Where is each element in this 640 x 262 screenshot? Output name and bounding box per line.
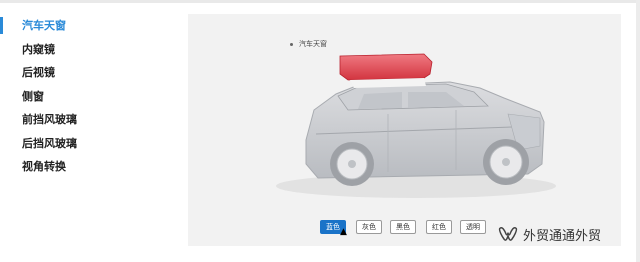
color-transparent-button[interactable]: 透明 — [460, 220, 486, 234]
right-scrollbar[interactable] — [636, 0, 640, 262]
mouse-pointer-icon: ▲ — [340, 227, 347, 237]
callout-dot — [290, 42, 293, 46]
sidebar-item-windshield[interactable]: 前挡风玻璃 — [0, 108, 180, 132]
sidebar: 汽车天窗 内窥镜 后视镜 侧窗 前挡风玻璃 后挡风玻璃 视角转换 — [0, 14, 180, 179]
sidebar-item-side-window[interactable]: 侧窗 — [0, 85, 180, 109]
color-black-button[interactable]: 黑色 — [390, 220, 416, 234]
wechat-channel-icon — [498, 227, 518, 241]
sidebar-item-sunroof[interactable]: 汽车天窗 — [0, 14, 180, 38]
watermark-text: 外贸通通外贸 — [523, 228, 602, 244]
top-border — [0, 0, 640, 3]
color-red-button[interactable]: 红色 — [426, 220, 452, 234]
sidebar-item-rear-windshield[interactable]: 后挡风玻璃 — [0, 132, 180, 156]
car-model[interactable] — [188, 14, 621, 246]
sidebar-item-rearview-mirror[interactable]: 后视镜 — [0, 61, 180, 85]
sunroof-callout: 汽车天窗 — [290, 39, 327, 49]
sidebar-item-view-switch[interactable]: 视角转换 — [0, 155, 180, 179]
callout-label: 汽车天窗 — [299, 40, 327, 48]
sidebar-item-endoscope[interactable]: 内窥镜 — [0, 38, 180, 62]
car-viewer[interactable]: 汽车天窗 蓝色 灰色 黑色 红色 透明 ▲ — [188, 14, 621, 246]
watermark: 外贸通通外贸 — [497, 222, 601, 246]
color-gray-button[interactable]: 灰色 — [356, 220, 382, 234]
